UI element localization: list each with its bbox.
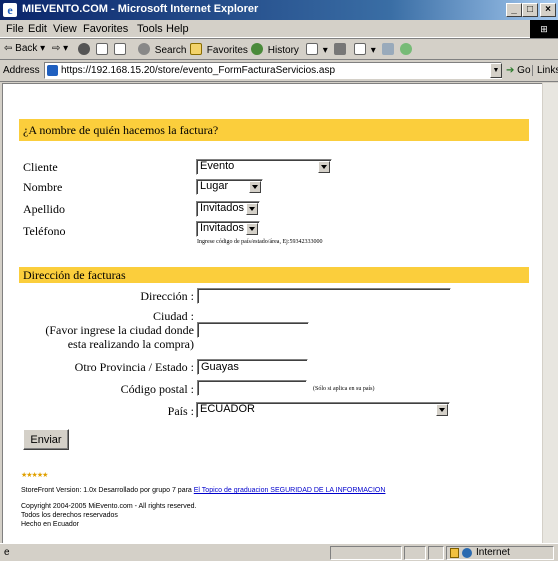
cliente-label: Cliente [23, 160, 58, 174]
links-button[interactable]: Links [532, 65, 558, 76]
billing-name-heading: ¿A nombre de quién hacemos la factura? [19, 119, 529, 141]
copyright-text: Copyright 2004-2005 MiEvento.com - All r… [21, 503, 197, 510]
direccion-input[interactable] [197, 288, 451, 304]
enviar-button[interactable]: Enviar [23, 429, 69, 450]
discuss-icon [382, 43, 394, 55]
address-label: Address [3, 65, 40, 76]
telefono-hint: Ingrese código de país/estado/área, Ej:5… [197, 239, 323, 245]
address-dropdown-button[interactable]: ▼ [490, 63, 502, 78]
favorites-button[interactable]: Favorites [190, 43, 248, 56]
provincia-input[interactable] [197, 359, 308, 375]
edit-page-icon [354, 43, 366, 55]
print-icon [334, 43, 346, 55]
go-arrow-icon: ➔ [506, 65, 515, 76]
discuss-button[interactable] [382, 43, 396, 56]
mail-button[interactable]: ▾ [306, 43, 328, 56]
minimize-button[interactable]: _ [506, 3, 522, 17]
back-arrow-icon: ⇦ [4, 43, 13, 54]
search-button[interactable]: Search [138, 43, 186, 56]
rating-stars: ★★★★★ [21, 472, 48, 479]
status-progress-cell [330, 546, 402, 560]
billing-address-heading: Dirección de facturas [19, 267, 529, 283]
history-button[interactable]: History [251, 43, 299, 56]
security-zone-label: Internet [476, 547, 510, 558]
chevron-down-icon [246, 203, 258, 215]
mail-icon [306, 43, 318, 55]
close-button[interactable]: × [540, 3, 556, 17]
chevron-down-icon [318, 161, 330, 173]
chevron-down-icon [249, 181, 261, 193]
lock-icon [450, 548, 459, 558]
window-title: MIEVENTO.COM - Microsoft Internet Explor… [22, 3, 259, 15]
favorites-folder-icon [190, 43, 202, 55]
stop-button[interactable] [78, 43, 92, 56]
go-button[interactable]: ➔ Go [506, 65, 531, 76]
menu-help[interactable]: Help [166, 23, 189, 35]
back-button[interactable]: ⇦ Back ▾ [4, 43, 45, 54]
nombre-select[interactable]: Lugar [196, 179, 263, 195]
rights-text: Todos los derechos reservados [21, 512, 118, 519]
apellido-select[interactable]: Invitados [196, 201, 260, 217]
postal-label: Código postal : [120, 382, 194, 396]
ciudad-note: (Favor ingrese la ciudad donde [45, 323, 194, 337]
nombre-label: Nombre [23, 180, 63, 194]
status-bar: e Internet [0, 543, 558, 561]
menu-view[interactable]: View [53, 23, 77, 35]
page-icon [47, 65, 58, 76]
search-icon [138, 43, 150, 55]
telefono-label: Teléfono [23, 224, 66, 238]
postal-hint: (Sólo si aplica en su país) [313, 386, 375, 392]
globe-icon [462, 548, 472, 558]
home-icon [114, 43, 126, 55]
provincia-label: Otro Provincia / Estado : [74, 360, 194, 374]
ciudad-label: Ciudad : [153, 309, 194, 323]
status-cell [428, 546, 444, 560]
menu-tools[interactable]: Tools [137, 23, 163, 35]
refresh-icon [96, 43, 108, 55]
home-button[interactable] [114, 43, 128, 56]
ciudad-note-2: esta realizando la compra) [67, 337, 194, 351]
menu-edit[interactable]: Edit [28, 23, 47, 35]
topic-link[interactable]: El Topico de graduacion SEGURIDAD DE LA … [194, 487, 386, 494]
history-icon [251, 43, 263, 55]
status-cell [404, 546, 426, 560]
messenger-button[interactable] [400, 43, 414, 56]
menu-favorites[interactable]: Favorites [83, 23, 128, 35]
cliente-select[interactable]: Evento [196, 159, 332, 175]
postal-input[interactable] [197, 380, 307, 396]
internet-explorer-icon: e [3, 3, 17, 17]
page-done-icon: e [4, 547, 10, 558]
chevron-down-icon [436, 404, 448, 416]
address-input[interactable] [44, 62, 502, 79]
vertical-scrollbar[interactable] [542, 83, 558, 543]
telefono-select[interactable]: Invitados [196, 221, 260, 237]
windows-logo-icon: ⊞ [530, 20, 558, 38]
menu-file[interactable]: File [6, 23, 24, 35]
refresh-button[interactable] [96, 43, 110, 56]
toolbar: ⇦ Back ▾ ⇨ ▾ Search Favorites History ▾ … [0, 38, 558, 60]
forward-button[interactable]: ⇨ ▾ [52, 43, 68, 54]
made-in-text: Hecho en Ecuador [21, 521, 79, 528]
apellido-label: Apellido [23, 202, 65, 216]
edit-button[interactable]: ▾ [354, 43, 376, 56]
page-content: ¿A nombre de quién hacemos la factura? C… [2, 83, 542, 543]
ciudad-input[interactable] [197, 322, 309, 338]
maximize-button[interactable]: □ [522, 3, 538, 17]
menu-bar: File Edit View Favorites Tools Help [0, 20, 558, 38]
print-button[interactable] [334, 43, 348, 56]
address-bar: Address ▼ ➔ Go Links [0, 60, 558, 82]
version-line: StoreFront Version: 1.0x Desarrollado po… [21, 487, 386, 494]
title-bar[interactable]: e MIEVENTO.COM - Microsoft Internet Expl… [0, 0, 558, 20]
pais-label: País : [167, 404, 194, 418]
stop-icon [78, 43, 90, 55]
pais-select[interactable]: ECUADOR [196, 402, 450, 418]
direccion-label: Dirección : [140, 289, 194, 303]
chevron-down-icon [246, 223, 258, 235]
messenger-icon [400, 43, 412, 55]
forward-arrow-icon: ⇨ [52, 43, 61, 54]
